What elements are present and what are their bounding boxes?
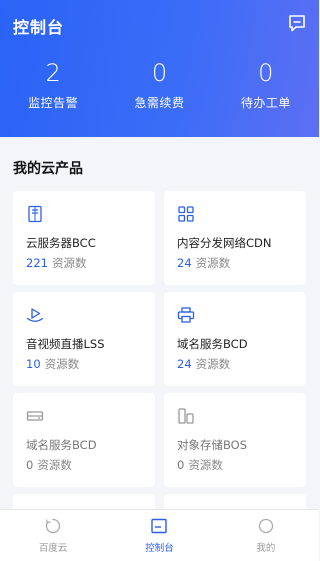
product-name: 域名服务BCD (26, 438, 97, 452)
section-title: 我的云产品 (13, 161, 83, 177)
stats-row: 2 监控告警 0 急需续费 0 待办工单 (0, 58, 319, 111)
storage-bucket-icon (178, 408, 194, 424)
resource-count: 0 (26, 458, 34, 472)
resource-unit: 资源数 (44, 357, 80, 371)
product-count: 0 资源数 (177, 457, 223, 473)
tab-label: 控制台 (145, 543, 174, 554)
tab-mine[interactable]: 我的 (213, 510, 319, 561)
stat-label: 待办工单 (240, 96, 291, 110)
stat-monitor-alerts[interactable]: 2 监控告警 (0, 58, 106, 111)
live-stream-icon (26, 308, 44, 322)
console-icon (151, 518, 168, 534)
product-name: 音视频直播LSS (26, 337, 105, 351)
resource-unit: 资源数 (195, 256, 231, 270)
product-card-cdn[interactable]: 内容分发网络CDN 24 资源数 (164, 191, 306, 285)
user-circle-icon (258, 518, 273, 534)
tab-console[interactable]: 控制台 (106, 510, 212, 561)
resource-count: 24 (177, 357, 192, 371)
server-icon (28, 205, 42, 223)
stat-value: 2 (45, 59, 61, 87)
tab-baiduyun[interactable]: 百度云 (0, 510, 106, 561)
resource-unit: 资源数 (51, 256, 87, 270)
product-card-lss[interactable]: 音视频直播LSS 10 资源数 (13, 292, 155, 386)
stat-value: 0 (258, 59, 274, 87)
resource-count: 10 (26, 357, 41, 371)
product-count: 10 资源数 (26, 356, 79, 372)
bottom-tab-bar: 百度云 控制台 我的 (0, 509, 319, 561)
page-title: 控制台 (13, 18, 65, 37)
product-card-partial-left[interactable] (13, 494, 155, 509)
stat-pending-tickets[interactable]: 0 待办工单 (213, 58, 319, 111)
resource-count: 221 (26, 256, 48, 270)
printer-icon (177, 307, 195, 323)
product-card-bos[interactable]: 对象存储BOS 0 资源数 (164, 393, 306, 487)
product-name: 云服务器BCC (26, 236, 96, 250)
resource-unit: 资源数 (188, 458, 223, 472)
product-name: 内容分发网络CDN (177, 236, 272, 250)
grid-apps-icon (178, 206, 194, 222)
product-count: 24 资源数 (177, 255, 230, 271)
resource-unit: 资源数 (195, 357, 231, 371)
stat-value: 0 (151, 59, 168, 87)
resource-count: 0 (177, 458, 185, 472)
message-icon[interactable] (287, 13, 307, 33)
product-count: 24 资源数 (177, 356, 230, 372)
tab-label: 百度云 (38, 543, 68, 554)
product-card-bcc[interactable]: 云服务器BCC 221 资源数 (13, 191, 155, 285)
stat-urgent-renewal[interactable]: 0 急需续费 (106, 58, 212, 111)
product-name: 对象存储BOS (177, 438, 248, 452)
stat-label: 监控告警 (28, 96, 79, 110)
product-count: 0 资源数 (26, 457, 72, 473)
resource-unit: 资源数 (37, 458, 72, 472)
refresh-circle-icon (46, 518, 61, 534)
resource-count: 24 (177, 256, 192, 270)
product-card-bcd[interactable]: 域名服务BCD 24 资源数 (164, 292, 306, 386)
storage-box-icon (26, 411, 44, 421)
product-card-partial-right[interactable] (164, 494, 306, 509)
product-grid: 云服务器BCC 221 资源数 内容分发网络CDN 24 资源数 音视频直播LSS … (13, 191, 306, 509)
product-name: 域名服务BCD (177, 337, 248, 351)
product-count: 221 资源数 (26, 255, 86, 271)
stat-label: 急需续费 (134, 96, 185, 110)
tab-label: 我的 (256, 543, 276, 554)
dashboard-header: 控制台 2 监控告警 0 急需续费 0 待办工单 (0, 0, 319, 137)
product-card-bcd-disabled[interactable]: 域名服务BCD 0 资源数 (13, 393, 155, 487)
